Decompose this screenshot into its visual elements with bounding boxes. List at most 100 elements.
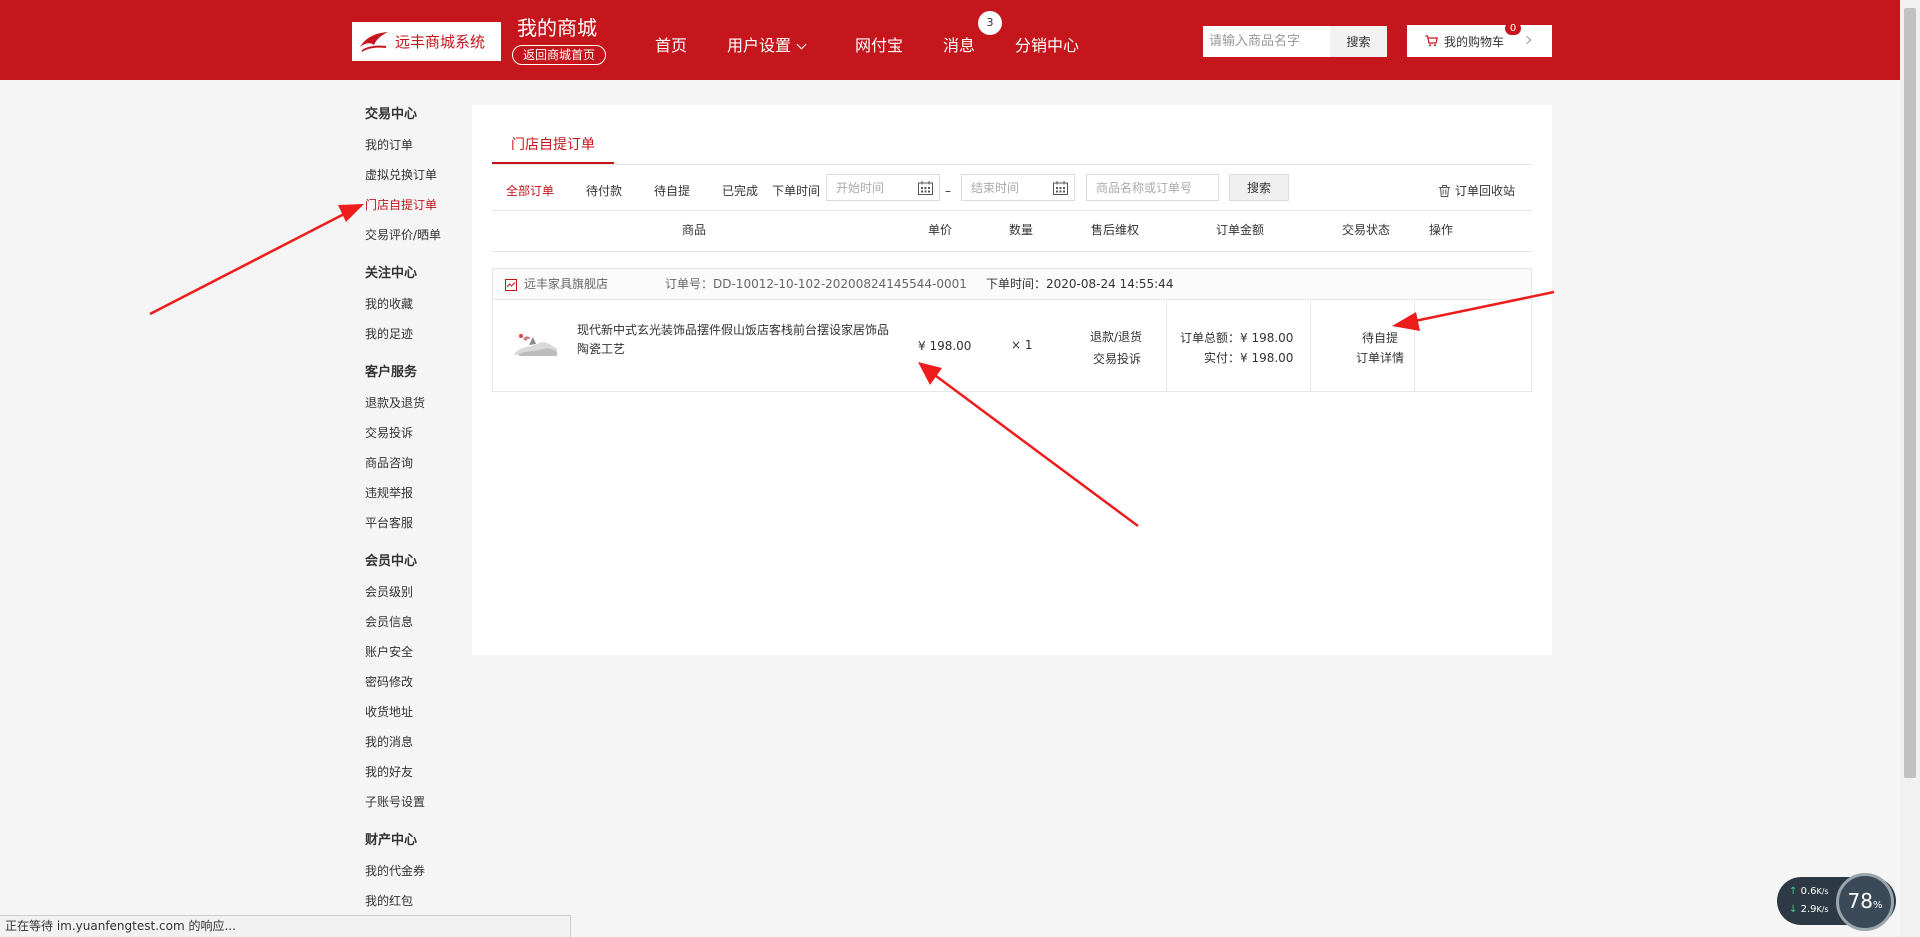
site-logo[interactable]: 远丰商城系统 — [352, 22, 501, 61]
sidebar-item-complaints[interactable]: 交易投诉 — [365, 418, 475, 448]
start-date-input[interactable]: 开始时间 — [826, 174, 940, 201]
top-header: 远丰商城系统 我的商城 返回商城首页 首页 用户设置 网付宝 消息 3 分销中心… — [0, 0, 1900, 80]
quantity: × 1 — [1011, 338, 1033, 352]
sidebar-group-title: 财产中心 — [365, 833, 418, 848]
nav-user-settings-label: 用户设置 — [727, 36, 792, 55]
messages-badge: 3 — [978, 11, 1002, 35]
column-product: 商品 — [682, 223, 707, 237]
column-divider — [1310, 301, 1311, 391]
sidebar-group-title: 会员中心 — [365, 554, 418, 569]
browser-status-bar: 正在等待 im.yuanfengtest.com 的响应... — [0, 915, 571, 937]
status-text: 待自提 — [1361, 331, 1398, 345]
sidebar-item-reviews[interactable]: 交易评价/晒单 — [365, 220, 475, 250]
order-item-row: 现代新中式玄光装饰品摆件假山饭店客栈前台摆设家居饰品陶瓷工艺 ¥ 198.00 … — [493, 301, 1531, 391]
column-quantity: 数量 — [1009, 223, 1034, 237]
order-total: 订单总额：¥ 198.00 — [1180, 331, 1294, 345]
sidebar-item-consult[interactable]: 商品咨询 — [365, 448, 475, 478]
trade-status: 待自提 订单详情 — [1350, 328, 1410, 368]
nav-messages[interactable]: 消息 — [943, 32, 975, 56]
sidebar-item-address[interactable]: 收货地址 — [365, 697, 475, 727]
scrollbar-thumb[interactable] — [1904, 8, 1916, 778]
sidebar-item-member-level[interactable]: 会员级别 — [365, 577, 475, 607]
end-date-placeholder: 结束时间 — [971, 181, 1020, 195]
download-unit: K/s — [1816, 905, 1829, 914]
column-order-amount: 订单金额 — [1216, 223, 1265, 237]
arrow-down-icon: ↓ — [1789, 904, 1798, 915]
sidebar-group-title: 客户服务 — [365, 365, 418, 380]
product-search-input[interactable] — [1203, 26, 1330, 57]
start-date-placeholder: 开始时间 — [836, 181, 885, 195]
cart-label: 我的购物车 — [1444, 34, 1505, 49]
product-search-button[interactable]: 搜索 — [1330, 26, 1387, 57]
page-scrollbar[interactable] — [1900, 0, 1920, 937]
download-speed: ↓ 2.9K/s — [1789, 904, 1829, 915]
cart-count-badge: 0 — [1505, 22, 1521, 35]
sidebar-item-subaccounts[interactable]: 子账号设置 — [365, 787, 475, 817]
column-after-sales: 售后维权 — [1091, 223, 1140, 237]
site-title: 我的商城 — [517, 16, 597, 40]
tab-divider — [492, 164, 1532, 165]
sidebar-item-virtual-orders[interactable]: 虚拟兑换订单 — [365, 160, 475, 190]
logo-wing-icon — [360, 31, 388, 52]
order-search-button[interactable]: 搜索 — [1229, 174, 1289, 201]
column-trade-status: 交易状态 — [1342, 223, 1391, 237]
column-divider — [1166, 301, 1167, 391]
cart-button[interactable]: 我的购物车 0 — [1407, 22, 1552, 57]
trade-complaint-link[interactable]: 交易投诉 — [1093, 348, 1141, 370]
memory-gauge[interactable]: 78% — [1836, 873, 1894, 931]
column-divider — [1414, 301, 1415, 391]
arrow-up-icon: ↑ — [1789, 886, 1798, 897]
table-header-bottom-border — [492, 251, 1532, 252]
sidebar-item-friends[interactable]: 我的好友 — [365, 757, 475, 787]
sidebar-group-follow: 关注中心 我的收藏 我的足迹 — [365, 263, 475, 349]
sidebar-item-member-info[interactable]: 会员信息 — [365, 607, 475, 637]
filter-pending-payment[interactable]: 待付款 — [586, 178, 622, 204]
download-value: 2.9 — [1800, 904, 1817, 915]
end-date-input[interactable]: 结束时间 — [961, 174, 1075, 201]
back-home-button[interactable]: 返回商城首页 — [512, 45, 606, 65]
product-thumbnail[interactable] — [509, 321, 561, 363]
sidebar-item-refunds[interactable]: 退款及退货 — [365, 388, 475, 418]
gauge-value: 78 — [1847, 889, 1873, 913]
chevron-right-icon — [1522, 35, 1532, 45]
nav-distribution[interactable]: 分销中心 — [1015, 32, 1079, 56]
refund-return-link[interactable]: 退款/退货 — [1090, 326, 1142, 348]
sidebar-item-account-security[interactable]: 账户安全 — [365, 637, 475, 667]
sidebar-item-vouchers[interactable]: 我的代金券 — [365, 856, 475, 886]
sidebar-item-my-orders[interactable]: 我的订单 — [365, 130, 475, 160]
order-header: 远丰家具旗舰店 订单号：DD-10012-10-102-202008241455… — [493, 269, 1531, 300]
nav-wallet[interactable]: 网付宝 — [855, 32, 903, 56]
filter-pending-pickup[interactable]: 待自提 — [654, 178, 690, 204]
order-card: 远丰家具旗舰店 订单号：DD-10012-10-102-202008241455… — [492, 268, 1532, 392]
upload-unit: K/s — [1816, 887, 1829, 896]
sidebar-item-footprints[interactable]: 我的足迹 — [365, 319, 475, 349]
chevron-down-icon — [796, 39, 807, 50]
sidebar-item-platform-service[interactable]: 平台客服 — [365, 508, 475, 538]
logo-text: 远丰商城系统 — [395, 33, 486, 51]
order-time-label: 下单时间 — [772, 184, 821, 198]
sidebar-group-assets: 财产中心 我的代金券 我的红包 — [365, 830, 475, 916]
order-number: 订单号：DD-10012-10-102-20200824145544-0001 — [665, 277, 967, 291]
filter-all-orders[interactable]: 全部订单 — [506, 178, 554, 204]
tab-pickup-orders[interactable]: 门店自提订单 — [492, 131, 614, 164]
sidebar-group-service: 客户服务 退款及退货 交易投诉 商品咨询 违规举报 平台客服 — [365, 362, 475, 538]
nav-user-settings[interactable]: 用户设置 — [727, 32, 807, 56]
shop-link[interactable]: 远丰家具旗舰店 — [505, 269, 608, 300]
sidebar-item-red-packets[interactable]: 我的红包 — [365, 886, 475, 916]
sidebar-group-title: 关注中心 — [365, 266, 418, 281]
recycle-bin-label: 订单回收站 — [1455, 184, 1516, 198]
order-keyword-input[interactable] — [1086, 174, 1219, 201]
sidebar-item-messages[interactable]: 我的消息 — [365, 727, 475, 757]
gauge-unit: % — [1872, 900, 1883, 911]
recycle-bin-link[interactable]: 订单回收站 — [1439, 178, 1515, 204]
sidebar-item-favorites[interactable]: 我的收藏 — [365, 289, 475, 319]
product-name-link[interactable]: 现代新中式玄光装饰品摆件假山饭店客栈前台摆设家居饰品陶瓷工艺 — [577, 321, 899, 359]
sidebar-item-password[interactable]: 密码修改 — [365, 667, 475, 697]
shop-name: 远丰家具旗舰店 — [524, 277, 609, 291]
sidebar-item-pickup-orders[interactable]: 门店自提订单 — [365, 190, 475, 220]
upload-speed: ↑ 0.6K/s — [1789, 886, 1829, 897]
order-detail-link[interactable]: 订单详情 — [1350, 348, 1410, 368]
sidebar-item-report[interactable]: 违规举报 — [365, 478, 475, 508]
nav-home[interactable]: 首页 — [655, 32, 687, 56]
filter-completed[interactable]: 已完成 — [722, 178, 758, 204]
